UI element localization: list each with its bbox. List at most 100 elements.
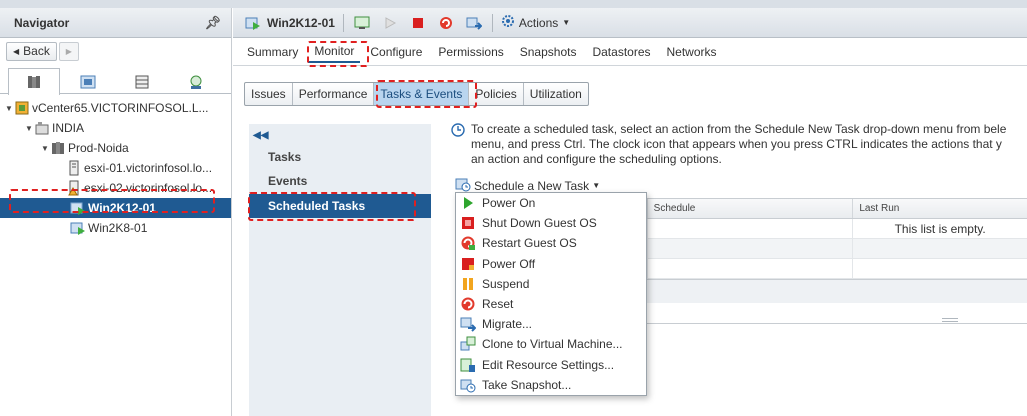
tree-item-vm-win2k8[interactable]: Win2K8-01 bbox=[0, 218, 231, 238]
menu-item-power-on[interactable]: Power On bbox=[456, 193, 646, 213]
networking-icon bbox=[190, 75, 202, 89]
side-item-events[interactable]: Events bbox=[249, 169, 431, 193]
column-header-schedule[interactable]: Schedule bbox=[648, 199, 854, 218]
menu-item-label: Shut Down Guest OS bbox=[482, 216, 597, 231]
side-item-tasks[interactable]: Tasks bbox=[249, 145, 431, 169]
tree-item-label: Win2K8-01 bbox=[88, 221, 148, 235]
cluster-icon bbox=[50, 140, 66, 156]
subtab-utilization[interactable]: Utilization bbox=[524, 83, 588, 105]
subtab-issues[interactable]: Issues bbox=[245, 83, 293, 105]
datacenter-icon bbox=[34, 120, 50, 136]
subtab-performance[interactable]: Performance bbox=[293, 83, 375, 105]
hosts-clusters-icon bbox=[28, 76, 40, 88]
tab-configure[interactable]: Configure bbox=[364, 41, 428, 63]
navigator-panel: Navigator 📌︎ ◀ Back ▶ ▼ vCenter65.VICTOR… bbox=[0, 8, 232, 416]
restart-icon bbox=[460, 235, 476, 251]
menu-item-suspend[interactable]: Suspend bbox=[456, 274, 646, 294]
menu-item-label: Power Off bbox=[482, 256, 536, 271]
monitor-subtabs: Issues Performance Tasks & Events Polici… bbox=[244, 82, 589, 106]
menu-item-shut-down-guest-os[interactable]: Shut Down Guest OS bbox=[456, 213, 646, 233]
reset-icon bbox=[460, 296, 476, 312]
chevron-down-icon: ▼ bbox=[562, 18, 571, 27]
window-top-strip bbox=[0, 0, 1027, 8]
migrate-icon[interactable] bbox=[464, 13, 484, 33]
tree-item-host-2[interactable]: esxi-02.victorinfosol.lo... bbox=[0, 178, 231, 198]
reset-icon[interactable] bbox=[436, 13, 456, 33]
expand-arrow-icon[interactable]: ▼ bbox=[24, 124, 34, 133]
schedule-new-task-label: Schedule a New Task bbox=[474, 178, 590, 193]
info-text: To create a scheduled task, select an ac… bbox=[471, 122, 1006, 167]
menu-item-restart-guest-os[interactable]: Restart Guest OS bbox=[456, 233, 646, 253]
tab-networking[interactable] bbox=[170, 68, 222, 94]
expand-arrow-icon[interactable]: ▼ bbox=[4, 104, 14, 113]
pin-icon[interactable]: 📌︎ bbox=[204, 15, 221, 31]
clone-icon bbox=[460, 336, 476, 352]
schedule-task-dropdown-menu: Power On Shut Down Guest OS Restart Gues… bbox=[455, 192, 647, 396]
tree-item-cluster[interactable]: ▼ Prod-Noida bbox=[0, 138, 231, 158]
tree-item-label: vCenter65.VICTORINFOSOL.L... bbox=[32, 101, 209, 115]
menu-item-migrate[interactable]: Migrate... bbox=[456, 314, 646, 334]
tree-item-label: esxi-01.victorinfosol.lo... bbox=[84, 161, 213, 175]
menu-item-take-snapshot[interactable]: Take Snapshot... bbox=[456, 375, 646, 395]
tree-item-datacenter[interactable]: ▼ INDIA bbox=[0, 118, 231, 138]
actions-label: Actions bbox=[518, 15, 559, 30]
menu-item-label: Clone to Virtual Machine... bbox=[482, 337, 623, 352]
menu-item-label: Edit Resource Settings... bbox=[482, 357, 615, 372]
info-message: To create a scheduled task, select an ac… bbox=[451, 122, 1027, 167]
menu-item-label: Migrate... bbox=[482, 317, 533, 332]
history-controls: ◀ Back ▶ bbox=[0, 38, 231, 64]
column-header-last-run[interactable]: Last Run bbox=[853, 199, 1027, 218]
navigator-title: Navigator bbox=[14, 15, 70, 30]
toolbar-separator bbox=[342, 13, 344, 32]
forward-arrow-icon: ▶ bbox=[65, 46, 72, 56]
migrate-icon bbox=[460, 316, 476, 332]
console-icon[interactable] bbox=[352, 13, 372, 33]
tab-networks[interactable]: Networks bbox=[661, 41, 723, 63]
shutdown-icon bbox=[460, 215, 476, 231]
menu-item-label: Power On bbox=[482, 196, 536, 211]
expand-arrow-icon[interactable]: ▼ bbox=[40, 144, 50, 153]
storage-icon bbox=[135, 75, 149, 88]
menu-item-clone-to-vm[interactable]: Clone to Virtual Machine... bbox=[456, 334, 646, 354]
vm-running-icon bbox=[70, 200, 86, 216]
tree-item-vcenter[interactable]: ▼ vCenter65.VICTORINFOSOL.L... bbox=[0, 98, 231, 118]
info-line-1: To create a scheduled task, select an ac… bbox=[471, 122, 1007, 136]
tab-storage[interactable] bbox=[116, 68, 168, 94]
info-line-2: menu, and press Ctrl. The clock icon tha… bbox=[471, 137, 1002, 151]
host-warning-icon bbox=[66, 180, 82, 196]
back-button[interactable]: ◀ Back bbox=[6, 41, 57, 61]
vms-templates-icon bbox=[80, 75, 96, 88]
actions-menu[interactable]: Actions ▼ bbox=[501, 14, 570, 31]
chevron-down-icon: ▼ bbox=[592, 181, 601, 190]
object-toolbar: Win2K12-01 Actions ▼ bbox=[233, 8, 1027, 38]
subtab-tasks-events[interactable]: Tasks & Events bbox=[374, 83, 470, 105]
menu-item-power-off[interactable]: Power Off bbox=[456, 254, 646, 274]
tab-snapshots[interactable]: Snapshots bbox=[514, 41, 583, 63]
power-on-icon[interactable] bbox=[380, 13, 400, 33]
tab-monitor[interactable]: Monitor bbox=[308, 41, 361, 63]
tab-summary[interactable]: Summary bbox=[241, 41, 304, 63]
power-off-icon[interactable] bbox=[408, 13, 428, 33]
resource-settings-icon bbox=[460, 357, 476, 373]
power-on-icon bbox=[460, 195, 476, 211]
resize-handle[interactable] bbox=[942, 318, 958, 322]
tab-vms-and-templates[interactable] bbox=[62, 68, 114, 94]
side-item-scheduled-tasks[interactable]: Scheduled Tasks bbox=[249, 194, 431, 218]
tree-item-host-1[interactable]: esxi-01.victorinfosol.lo... bbox=[0, 158, 231, 178]
tree-item-label: INDIA bbox=[52, 121, 85, 135]
menu-item-label: Suspend bbox=[482, 276, 530, 291]
menu-item-edit-resource-settings[interactable]: Edit Resource Settings... bbox=[456, 355, 646, 375]
object-title-label: Win2K12-01 bbox=[267, 15, 335, 30]
subtab-policies[interactable]: Policies bbox=[469, 83, 524, 105]
toolbar-separator bbox=[491, 13, 493, 32]
vm-running-icon bbox=[70, 220, 86, 236]
forward-button[interactable]: ▶ bbox=[58, 41, 79, 61]
tree-item-vm-win2k12[interactable]: Win2K12-01 bbox=[0, 198, 231, 218]
collapse-panel-icon[interactable]: ◀◀ bbox=[253, 130, 268, 141]
tab-hosts-and-clusters[interactable] bbox=[8, 68, 60, 95]
tab-permissions[interactable]: Permissions bbox=[432, 41, 509, 63]
tab-datastores[interactable]: Datastores bbox=[586, 41, 656, 63]
tree-item-label: Prod-Noida bbox=[68, 141, 129, 155]
menu-item-reset[interactable]: Reset bbox=[456, 294, 646, 314]
tree-item-label: Win2K12-01 bbox=[88, 201, 156, 215]
